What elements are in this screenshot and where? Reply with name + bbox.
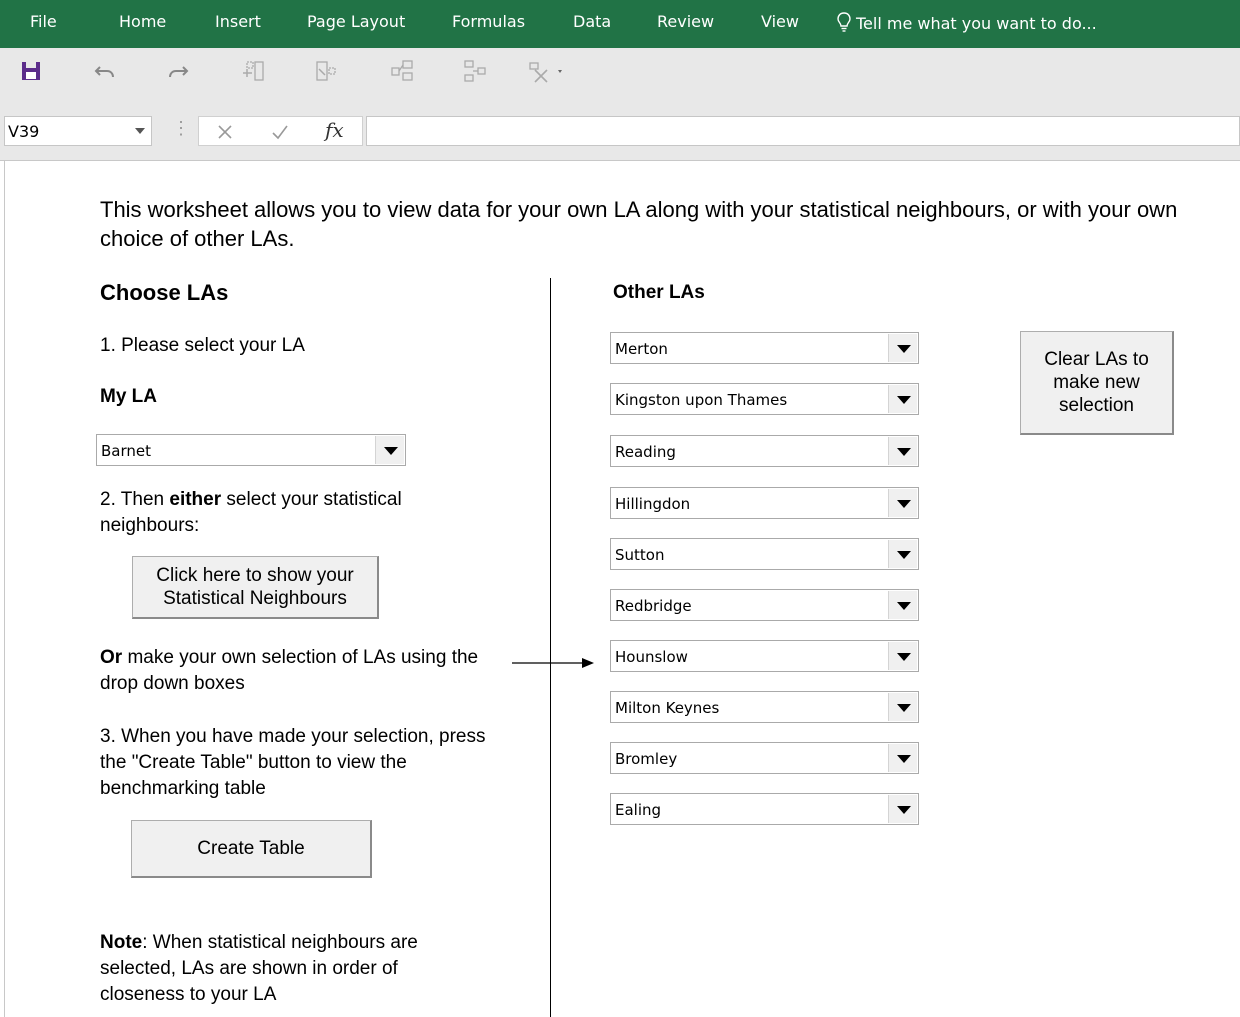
other-la-dropdown-6[interactable]: Redbridge [610, 589, 919, 621]
clear-icon[interactable] [527, 58, 567, 84]
dropdown-arrow-icon[interactable] [888, 693, 917, 721]
dropdown-arrow-icon[interactable] [888, 334, 917, 362]
quick-access-toolbar [0, 48, 1240, 112]
grip-icon: ⋮ [172, 118, 190, 138]
lightbulb-icon [837, 12, 851, 32]
ribbon-tab-bar: File Home Insert Page Layout Formulas Da… [0, 0, 1240, 48]
tab-page-layout[interactable]: Page Layout [307, 12, 405, 31]
undo-icon[interactable] [92, 58, 118, 84]
my-la-dropdown[interactable]: Barnet [96, 434, 406, 466]
other-la-value: Milton Keynes [615, 699, 720, 717]
tab-data[interactable]: Data [573, 12, 611, 31]
redo-icon[interactable] [165, 58, 191, 84]
clear-las-button[interactable]: Clear LAs to make new selection [1020, 331, 1174, 435]
tab-review[interactable]: Review [657, 12, 714, 31]
column-divider [550, 278, 551, 1017]
note-text: Note: When statistical neighbours are se… [100, 930, 460, 1008]
other-la-value: Reading [615, 443, 676, 461]
dropdown-arrow-icon[interactable] [888, 744, 917, 772]
save-icon[interactable] [18, 58, 44, 84]
other-la-value: Redbridge [615, 597, 692, 615]
other-la-value: Hounslow [615, 648, 688, 666]
or-text: Or make your own selection of LAs using … [100, 645, 500, 697]
step3-text: 3. When you have made your selection, pr… [100, 726, 486, 799]
name-box[interactable]: V39 [4, 116, 152, 146]
step1-text: 1. Please select your LA [100, 335, 305, 356]
tell-me-text: Tell me what you want to do... [856, 14, 1097, 33]
clear-las-label: Clear LAs to make new selection [1044, 349, 1149, 416]
other-la-value: Ealing [615, 801, 662, 819]
other-la-dropdown-2[interactable]: Kingston upon Thames [610, 383, 919, 415]
or-emphasis: Or [100, 647, 123, 668]
sheet-left-border [4, 160, 5, 1017]
dropdown-arrow-icon[interactable] [888, 795, 917, 823]
other-la-dropdown-8[interactable]: Milton Keynes [610, 691, 919, 723]
dropdown-arrow-icon[interactable] [888, 385, 917, 413]
dropdown-arrow-icon[interactable] [375, 436, 404, 464]
dropdown-arrow-icon[interactable] [888, 642, 917, 670]
formula-buttons: fx [198, 116, 363, 146]
other-la-dropdown-7[interactable]: Hounslow [610, 640, 919, 672]
other-la-value: Sutton [615, 546, 665, 564]
insert-icon[interactable] [241, 58, 267, 84]
dropdown-arrow-icon[interactable] [888, 489, 917, 517]
other-la-value: Hillingdon [615, 495, 691, 513]
tab-formulas[interactable]: Formulas [452, 12, 525, 31]
step2-emphasis: either [169, 489, 222, 510]
formula-bar: V39 ⋮ fx [0, 112, 1240, 148]
note-emphasis: Note [100, 932, 143, 953]
other-la-value: Kingston upon Thames [615, 391, 788, 409]
other-la-value: Bromley [615, 750, 678, 768]
tab-file[interactable]: File [30, 12, 57, 31]
or-body: make your own selection of LAs using the… [100, 647, 479, 694]
other-la-dropdown-5[interactable]: Sutton [610, 538, 919, 570]
chevron-down-icon[interactable] [135, 128, 145, 134]
dropdown-arrow-icon[interactable] [888, 591, 917, 619]
other-las-heading: Other LAs [613, 282, 705, 303]
choose-las-heading: Choose LAs [100, 280, 229, 305]
other-la-value: Merton [615, 340, 668, 358]
other-la-dropdown-1[interactable]: Merton [610, 332, 919, 364]
cancel-icon[interactable] [217, 124, 233, 140]
tab-view[interactable]: View [761, 12, 799, 31]
create-table-button[interactable]: Create Table [131, 820, 372, 878]
sheet-top-border [0, 148, 1240, 161]
intro-text: This worksheet allows you to view data f… [100, 197, 1178, 251]
step2-prefix: 2. Then [100, 489, 170, 510]
move-right-icon[interactable] [462, 58, 488, 84]
insert-function-icon[interactable]: fx [325, 118, 344, 142]
show-neighbours-button[interactable]: Click here to show your Statistical Neig… [132, 556, 379, 619]
show-neighbours-label: Click here to show your Statistical Neig… [156, 565, 354, 609]
other-la-dropdown-3[interactable]: Reading [610, 435, 919, 467]
dropdown-arrow-icon[interactable] [888, 437, 917, 465]
name-box-value: V39 [8, 122, 40, 141]
note-body: : When statistical neighbours are select… [100, 932, 418, 1005]
formula-input[interactable] [366, 116, 1240, 146]
tell-me-box[interactable]: Tell me what you want to do... [836, 12, 1097, 33]
step2-text: 2. Then either select your statistical n… [100, 487, 480, 539]
tab-insert[interactable]: Insert [215, 12, 261, 31]
tab-home[interactable]: Home [119, 12, 166, 31]
move-up-icon[interactable] [389, 58, 415, 84]
my-la-label: My LA [100, 386, 157, 407]
other-la-dropdown-10[interactable]: Ealing [610, 793, 919, 825]
dropdown-arrow-icon[interactable] [888, 540, 917, 568]
other-la-dropdown-9[interactable]: Bromley [610, 742, 919, 774]
delete-icon[interactable] [313, 58, 339, 84]
enter-check-icon[interactable] [271, 124, 289, 140]
my-la-value: Barnet [101, 442, 152, 460]
arrow-right-icon [512, 658, 594, 668]
other-la-dropdown-4[interactable]: Hillingdon [610, 487, 919, 519]
